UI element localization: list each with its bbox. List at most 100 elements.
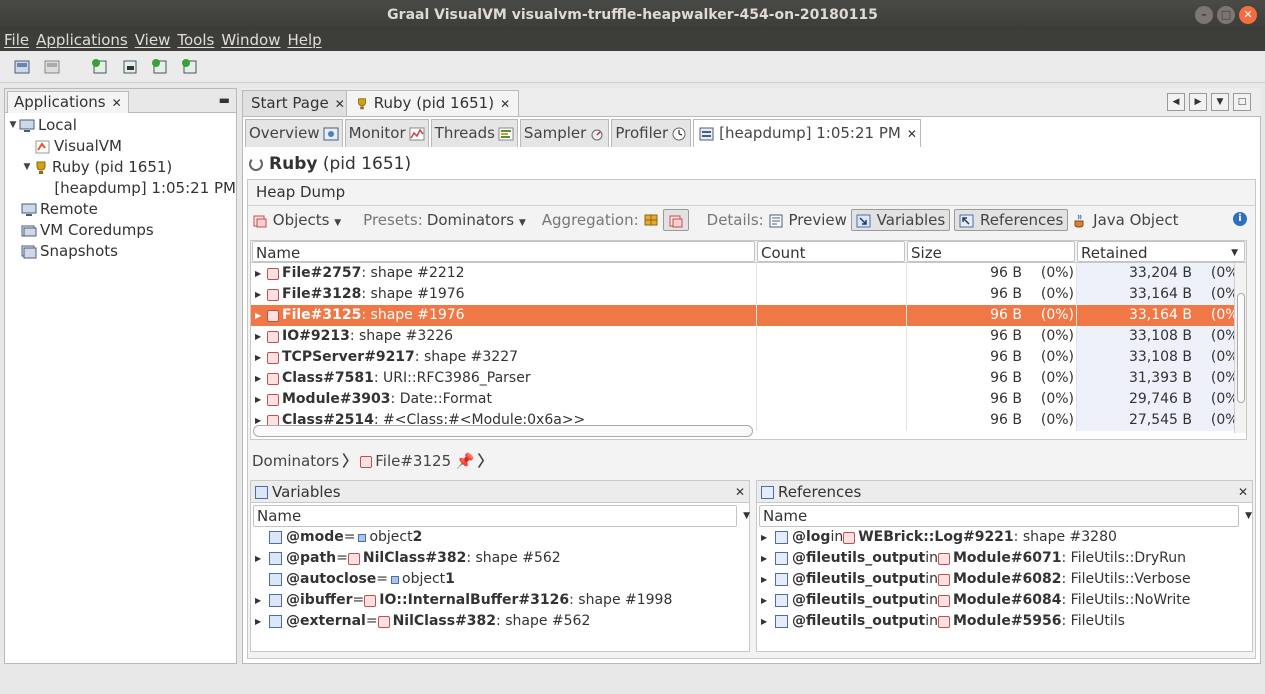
expand-arrow-icon[interactable]: ▶ [761,569,775,590]
table-row[interactable]: ▶ TCPServer#9217 : shape #3227 96 B (0%) 33,… [251,347,1246,368]
scrollbar-thumb[interactable] [1237,293,1245,403]
tab-sampler[interactable]: Sampler [519,119,610,147]
menu-view[interactable]: View [131,30,174,51]
list-item[interactable]: ▶ @fileutils_output in Module#5956 : File… [757,611,1252,632]
expand-arrow-icon[interactable]: ▶ [255,611,269,632]
presets-dropdown[interactable]: Dominators ▼ [427,211,526,229]
applications-tab[interactable]: Applications ✕ [7,91,129,113]
table-vertical-scrollbar[interactable] [1234,263,1246,433]
expand-arrow-icon[interactable]: ▶ [255,389,267,410]
menu-tools[interactable]: Tools [173,30,217,51]
breadcrumb-dominators[interactable]: Dominators [252,452,339,470]
expand-arrow-icon[interactable]: ▶ [255,548,269,569]
table-row[interactable]: ▶ Class#7581 : URI::RFC3986_Parser 96 B (0%… [251,368,1246,389]
expand-arrow-icon[interactable]: ▶ [255,284,267,305]
list-item[interactable]: ▶ @fileutils_output in Module#6082 : File… [757,569,1252,590]
minimize-icon[interactable]: – [1195,6,1213,24]
close-icon[interactable]: ✕ [112,96,122,110]
chevron-down-icon[interactable]: ▼ [743,506,750,526]
close-icon[interactable]: ✕ [500,97,510,111]
close-icon[interactable]: ✕ [1238,481,1248,503]
add-remote-host-icon[interactable] [120,57,140,77]
tab-threads[interactable]: Threads [430,119,518,147]
column-header-size[interactable]: Size [907,241,1075,262]
expand-arrow-icon[interactable]: ▶ [255,263,267,284]
list-item[interactable]: ▶ @external = NilClass#382 : shape #562 [251,611,749,632]
save-snapshot-icon[interactable] [42,57,62,77]
pin-icon[interactable]: 📌 [456,452,475,470]
expand-arrow-icon[interactable]: ▶ [255,326,267,347]
close-icon[interactable]: ✕ [735,481,745,503]
tab-list-icon[interactable]: ▼ [1211,93,1229,111]
aggregation-objects-toggle[interactable] [662,209,689,231]
column-header-name[interactable]: Name [252,241,755,262]
tab-heapdump[interactable]: [heapdump] 1:05:21 PM ✕ [693,119,921,147]
list-item[interactable]: @autoclose = object 1 [251,569,749,590]
tab-overview[interactable]: Overview [245,119,343,147]
aggregation-package-icon[interactable] [643,213,659,227]
tab-ruby[interactable]: Ruby (pid 1651) ✕ [346,90,520,116]
table-row[interactable]: ▶ Module#3903 : Date::Format 96 B (0%) 29,74… [251,389,1246,410]
list-item[interactable]: ▶ @ibuffer = IO::InternalBuffer#3126 : sh… [251,590,749,611]
tab-monitor[interactable]: Monitor [344,119,429,147]
java-object-button[interactable]: Java Object [1072,211,1178,229]
tab-start-page[interactable]: Start Page ✕ [242,90,354,116]
menu-window[interactable]: Window [217,30,283,51]
column-header-count[interactable]: Count [757,241,905,262]
menu-file[interactable]: File [0,30,32,51]
expand-arrow-icon[interactable]: ▶ [255,368,267,389]
table-row[interactable]: ▶ File#2757 : shape #2212 96 B (0%) 33,204 B… [251,263,1246,284]
tree-node-remote[interactable]: Remote [5,199,236,220]
expand-arrow-icon[interactable]: ▶ [761,548,775,569]
expand-arrow-icon[interactable]: ▶ [761,590,775,611]
maximize-icon[interactable]: □ [1217,6,1235,24]
chevron-down-icon[interactable]: ▼ [1245,506,1252,526]
menu-applications[interactable]: Applications [32,30,131,51]
table-row[interactable]: ▶ IO#9213 : shape #3226 96 B (0%) 33,108 B (0… [251,326,1246,347]
tab-profiler[interactable]: Profiler [611,119,692,147]
maximize-icon[interactable]: □ [1233,93,1251,111]
load-snapshot-icon[interactable] [12,57,32,77]
expand-arrow-icon[interactable]: ▶ [761,527,775,548]
tree-node-vm-coredumps[interactable]: VM Coredumps [5,220,236,241]
column-header-retained[interactable]: Retained ▼ [1077,241,1245,262]
references-panel-header: References ✕ [757,481,1252,503]
variables-column-name[interactable]: Name ▼ [253,505,750,527]
close-icon[interactable]: ✕ [335,97,345,111]
add-snapshot-icon[interactable] [180,57,200,77]
expand-arrow-icon[interactable]: ▶ [255,305,267,326]
expand-arrow-icon[interactable]: ▼ [21,157,33,178]
objects-dropdown[interactable]: Objects ▼ [252,211,341,229]
list-item[interactable]: ▶ @path = NilClass#382 : shape #562 [251,548,749,569]
tree-node-snapshots[interactable]: Snapshots [5,241,236,262]
menu-help[interactable]: Help [283,30,324,51]
expand-arrow-icon[interactable]: ▶ [761,611,775,632]
scroll-left-icon[interactable]: ◀ [1167,93,1185,111]
add-vm-coredump-icon[interactable] [150,57,170,77]
preview-button[interactable]: Preview [768,211,847,229]
info-icon[interactable]: i [1233,212,1247,226]
scroll-right-icon[interactable]: ▶ [1189,93,1207,111]
list-item[interactable]: ▶ @fileutils_output in Module#6084 : File… [757,590,1252,611]
table-row[interactable]: ▶ File#3128 : shape #1976 96 B (0%) 33,164 B… [251,284,1246,305]
table-horizontal-scrollbar[interactable] [253,425,753,437]
table-row[interactable]: ▶ File#3125 : shape #1976 96 B (0%) 33,164 B… [251,305,1246,326]
list-item[interactable]: @mode = object 2 [251,527,749,548]
tree-node-local[interactable]: ▼ Local [5,115,236,136]
minimize-panel-icon[interactable]: ▬ [219,93,230,107]
expand-arrow-icon[interactable]: ▶ [255,590,269,611]
close-icon[interactable]: ✕ [1239,6,1257,24]
tree-node-visualvm[interactable]: VisualVM [5,136,236,157]
list-item[interactable]: ▶ @log in WEBrick::Log#9221 : shape #3280 [757,527,1252,548]
references-column-name[interactable]: Name ▼ [759,505,1252,527]
tree-node-heapdump[interactable]: [heapdump] 1:05:21 PM [5,178,236,199]
list-item[interactable]: ▶ @fileutils_output in Module#6071 : File… [757,548,1252,569]
variables-toggle[interactable]: Variables [850,209,951,231]
add-jmx-connection-icon[interactable] [90,57,110,77]
expand-arrow-icon[interactable]: ▶ [255,347,267,368]
breadcrumb-current[interactable]: File#3125 [375,452,451,470]
tree-node-ruby[interactable]: ▼ Ruby (pid 1651) [5,157,236,178]
expand-arrow-icon[interactable]: ▼ [7,115,19,136]
close-icon[interactable]: ✕ [907,127,917,141]
references-toggle[interactable]: References [954,209,1069,231]
